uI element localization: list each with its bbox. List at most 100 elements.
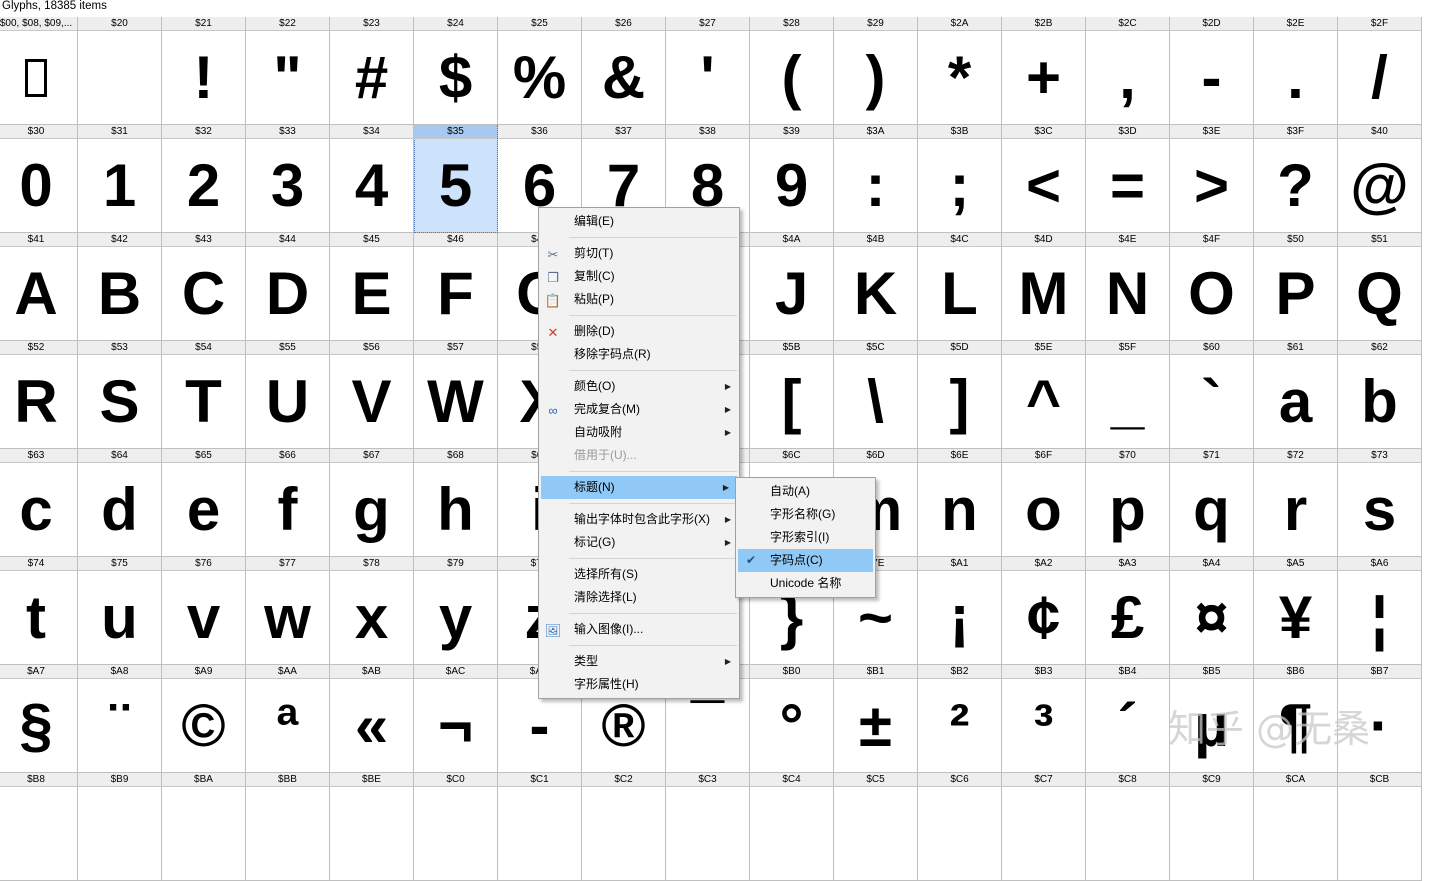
glyph-cell[interactable]: $C8 bbox=[1086, 773, 1170, 881]
glyph-cell[interactable]: $51 Q bbox=[1338, 233, 1422, 341]
glyph-cell[interactable]: $35 5 bbox=[414, 125, 498, 233]
glyph-cell[interactable]: $67 g bbox=[330, 449, 414, 557]
glyph-cell[interactable]: $66 f bbox=[246, 449, 330, 557]
glyph-cell[interactable]: $B8 bbox=[0, 773, 78, 881]
glyph-cell[interactable]: $2C, bbox=[1086, 17, 1170, 125]
glyph-cell[interactable]: $4A J bbox=[750, 233, 834, 341]
submenu-item[interactable]: 字形名称(G) bbox=[736, 503, 875, 526]
glyph-cell[interactable]: $C7 bbox=[1002, 773, 1086, 881]
glyph-cell[interactable]: $BA bbox=[162, 773, 246, 881]
menu-item[interactable]: 编辑(E) bbox=[539, 210, 739, 233]
glyph-cell[interactable]: $3D = bbox=[1086, 125, 1170, 233]
glyph-cell[interactable]: $64 d bbox=[78, 449, 162, 557]
glyph-cell[interactable]: $B0 ° bbox=[750, 665, 834, 773]
glyph-cell[interactable]: $AA ª bbox=[246, 665, 330, 773]
glyph-cell[interactable]: $33 3 bbox=[246, 125, 330, 233]
glyph-cell[interactable]: $3E > bbox=[1170, 125, 1254, 233]
glyph-cell[interactable]: $24 $ bbox=[414, 17, 498, 125]
glyph-cell[interactable]: $63 c bbox=[0, 449, 78, 557]
submenu-item[interactable]: Unicode 名称 bbox=[736, 572, 875, 595]
glyph-cell[interactable]: $72 r bbox=[1254, 449, 1338, 557]
glyph-cell[interactable]: $CB bbox=[1338, 773, 1422, 881]
glyph-cell[interactable]: $28 ( bbox=[750, 17, 834, 125]
glyph-cell[interactable]: $BB bbox=[246, 773, 330, 881]
menu-item[interactable]: 自动吸附 ▶ bbox=[539, 421, 739, 444]
glyph-cell[interactable]: $A1 ¡ bbox=[918, 557, 1002, 665]
glyph-cell[interactable]: $21! bbox=[162, 17, 246, 125]
glyph-cell[interactable]: $20 bbox=[78, 17, 162, 125]
glyph-cell[interactable]: $C1 bbox=[498, 773, 582, 881]
glyph-cell[interactable]: $68 h bbox=[414, 449, 498, 557]
glyph-cell[interactable]: $B4 ´ bbox=[1086, 665, 1170, 773]
submenu-item[interactable]: 字形索引(I) bbox=[736, 526, 875, 549]
glyph-cell[interactable]: $5E ^ bbox=[1002, 341, 1086, 449]
glyph-cell[interactable]: $BE bbox=[330, 773, 414, 881]
menu-item[interactable]: 字形属性(H) bbox=[539, 673, 739, 696]
glyph-cell[interactable]: $53 S bbox=[78, 341, 162, 449]
glyph-cell[interactable]: $43 C bbox=[162, 233, 246, 341]
glyph-cell[interactable]: $3A: bbox=[834, 125, 918, 233]
menu-item[interactable]: 🖼 输入图像(I)... bbox=[539, 618, 739, 641]
glyph-cell[interactable]: $30 0 bbox=[0, 125, 78, 233]
glyph-cell[interactable]: $70 p bbox=[1086, 449, 1170, 557]
glyph-cell[interactable]: $40 @ bbox=[1338, 125, 1422, 233]
glyph-cell[interactable]: $2D - bbox=[1170, 17, 1254, 125]
glyph-cell[interactable]: $C2 bbox=[582, 773, 666, 881]
menu-item[interactable]: 输出字体时包含此字形(X) ▶ bbox=[539, 508, 739, 531]
glyph-cell[interactable]: $A9 © bbox=[162, 665, 246, 773]
submenu-item[interactable]: 自动(A) bbox=[736, 480, 875, 503]
glyph-cell[interactable]: $A6 ¦ bbox=[1338, 557, 1422, 665]
glyph-cell[interactable]: $76 v bbox=[162, 557, 246, 665]
menu-item[interactable]: 类型 ▶ bbox=[539, 650, 739, 673]
glyph-cell[interactable]: $29) bbox=[834, 17, 918, 125]
glyph-cell[interactable]: $A4 ¤ bbox=[1170, 557, 1254, 665]
glyph-cell[interactable]: $71 q bbox=[1170, 449, 1254, 557]
menu-item[interactable]: 移除字码点(R) bbox=[539, 343, 739, 366]
glyph-cell[interactable]: $A2 ¢ bbox=[1002, 557, 1086, 665]
glyph-cell[interactable]: $AB « bbox=[330, 665, 414, 773]
glyph-cell[interactable]: $6F o bbox=[1002, 449, 1086, 557]
glyph-cell[interactable]: $4B K bbox=[834, 233, 918, 341]
glyph-cell[interactable]: $3F? bbox=[1254, 125, 1338, 233]
glyph-cell[interactable]: $AC ¬ bbox=[414, 665, 498, 773]
glyph-cell[interactable]: $46 F bbox=[414, 233, 498, 341]
glyph-cell[interactable]: $45 E bbox=[330, 233, 414, 341]
glyph-cell[interactable]: $78 x bbox=[330, 557, 414, 665]
glyph-cell[interactable]: $C0 bbox=[414, 773, 498, 881]
glyph-cell[interactable]: $A7 § bbox=[0, 665, 78, 773]
menu-item[interactable]: 颜色(O) ▶ bbox=[539, 375, 739, 398]
glyph-cell[interactable]: $55 U bbox=[246, 341, 330, 449]
menu-item[interactable]: ✂ 剪切(T) bbox=[539, 242, 739, 265]
glyph-cell[interactable]: $B3 ³ bbox=[1002, 665, 1086, 773]
glyph-cell[interactable]: $5F _ bbox=[1086, 341, 1170, 449]
glyph-cell[interactable]: $50 P bbox=[1254, 233, 1338, 341]
glyph-cell[interactable]: $C4 bbox=[750, 773, 834, 881]
glyph-cell[interactable]: $65 e bbox=[162, 449, 246, 557]
glyph-cell[interactable]: $6E n bbox=[918, 449, 1002, 557]
glyph-cell[interactable]: $74 t bbox=[0, 557, 78, 665]
glyph-cell[interactable]: $4F O bbox=[1170, 233, 1254, 341]
glyph-cell[interactable]: $31 1 bbox=[78, 125, 162, 233]
glyph-cell[interactable]: $23 # bbox=[330, 17, 414, 125]
glyph-cell[interactable]: $C3 bbox=[666, 773, 750, 881]
menu-item[interactable]: ∞ 完成复合(M) ▶ bbox=[539, 398, 739, 421]
glyph-cell[interactable]: $4E N bbox=[1086, 233, 1170, 341]
glyph-cell[interactable]: $56 V bbox=[330, 341, 414, 449]
glyph-cell[interactable]: $32 2 bbox=[162, 125, 246, 233]
glyph-cell[interactable]: $54 T bbox=[162, 341, 246, 449]
glyph-cell[interactable]: $27 ' bbox=[666, 17, 750, 125]
glyph-cell[interactable]: $73 s bbox=[1338, 449, 1422, 557]
glyph-cell[interactable]: $2A * bbox=[918, 17, 1002, 125]
glyph-cell[interactable]: $3C < bbox=[1002, 125, 1086, 233]
glyph-cell[interactable]: $B2 ² bbox=[918, 665, 1002, 773]
glyph-cell[interactable]: $A3 £ bbox=[1086, 557, 1170, 665]
glyph-cell[interactable]: $5B [ bbox=[750, 341, 834, 449]
menu-item[interactable]: ❐ 复制(C) bbox=[539, 265, 739, 288]
menu-item[interactable]: 标记(G) ▶ bbox=[539, 531, 739, 554]
glyph-cell[interactable]: $75 u bbox=[78, 557, 162, 665]
glyph-cell[interactable]: $52 R bbox=[0, 341, 78, 449]
glyph-cell[interactable]: $57 W bbox=[414, 341, 498, 449]
glyph-cell[interactable]: $62 b bbox=[1338, 341, 1422, 449]
glyph-cell[interactable]: $22 " bbox=[246, 17, 330, 125]
glyph-cell[interactable]: $41 A bbox=[0, 233, 78, 341]
